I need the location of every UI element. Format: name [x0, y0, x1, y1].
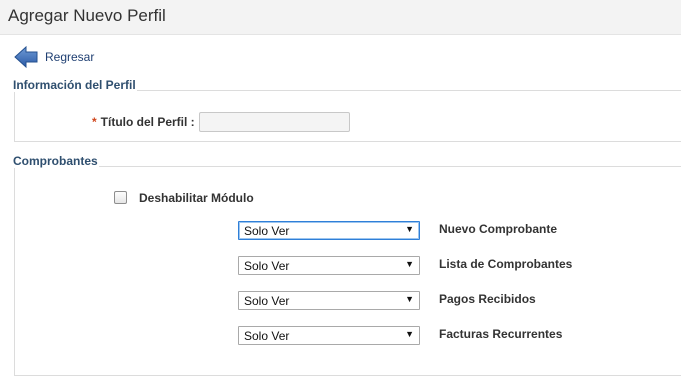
back-link[interactable]: Regresar	[14, 44, 94, 70]
chevron-down-icon: ▼	[405, 259, 414, 269]
back-link-label: Regresar	[45, 50, 95, 64]
chevron-down-icon: ▼	[405, 224, 414, 234]
required-mark: *	[92, 115, 97, 129]
permission-select-payments-received[interactable]: Solo Ver ▼	[238, 291, 420, 310]
permission-label-payments-received: Pagos Recibidos	[439, 292, 536, 306]
permission-select-recurring-invoices[interactable]: Solo Ver ▼	[238, 326, 420, 345]
chevron-down-icon: ▼	[405, 329, 414, 339]
profile-title-input[interactable]	[199, 112, 350, 132]
back-arrow-icon	[14, 44, 38, 70]
disable-module-label: Deshabilitar Módulo	[139, 191, 254, 205]
page-header: Agregar Nuevo Perfil	[0, 0, 681, 35]
permission-select-new-receipt[interactable]: Solo Ver ▼	[238, 221, 420, 240]
profile-title-label-text: Título del Perfil :	[100, 115, 195, 129]
select-value: Solo Ver	[244, 224, 290, 238]
profile-title-label: * Título del Perfil :	[92, 115, 195, 129]
select-value: Solo Ver	[244, 259, 290, 273]
select-value: Solo Ver	[244, 329, 290, 343]
page-title: Agregar Nuevo Perfil	[8, 6, 166, 25]
permission-label-recurring-invoices: Facturas Recurrentes	[439, 327, 563, 341]
permission-label-new-receipt: Nuevo Comprobante	[439, 222, 558, 236]
profile-info-legend: Información del Perfil	[12, 78, 137, 92]
receipts-legend: Comprobantes	[12, 154, 99, 168]
select-value: Solo Ver	[244, 294, 290, 308]
disable-module-checkbox[interactable]	[114, 191, 127, 204]
permission-select-receipt-list[interactable]: Solo Ver ▼	[238, 256, 420, 275]
chevron-down-icon: ▼	[405, 294, 414, 304]
permission-label-receipt-list: Lista de Comprobantes	[439, 257, 573, 271]
